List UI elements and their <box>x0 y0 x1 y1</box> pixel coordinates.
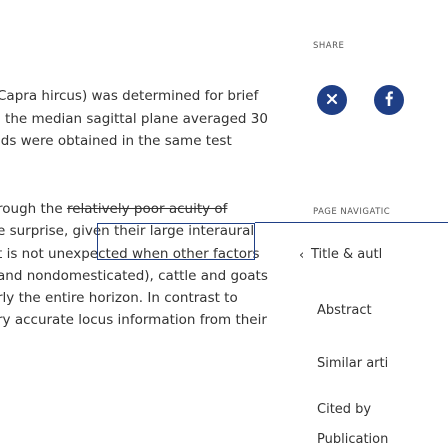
facebook-icon <box>382 90 396 110</box>
nav-item-cited-by[interactable]: Cited by <box>317 402 371 417</box>
nav-item-label: Title & autl <box>311 247 383 262</box>
article-line: rough the relatively poor acuity of <box>0 199 227 219</box>
article-line: lds were obtained in the same test <box>0 133 232 149</box>
email-share-button[interactable] <box>317 85 347 115</box>
article-line: l the median sagittal plane averaged 30 <box>0 111 268 127</box>
article-text: rough the <box>0 201 67 217</box>
struck-text: relatively poor acuity of <box>66 201 228 217</box>
nav-item-title-authors[interactable]: Title & autl <box>311 247 382 262</box>
highlight-box <box>97 223 255 260</box>
nav-item-similar-articles[interactable]: Similar arti <box>317 356 388 371</box>
article-line: and nondomesticated), cattle and goats <box>0 268 268 284</box>
page-navigation-label: PAGE NAVIGATIC <box>313 207 391 217</box>
chevron-left-icon: ‹ <box>299 248 305 263</box>
facebook-share-button[interactable] <box>374 85 404 115</box>
nav-item-publication[interactable]: Publication <box>317 432 388 447</box>
article-line: ry accurate locus information from their <box>0 312 267 328</box>
nav-item-abstract[interactable]: Abstract <box>317 303 372 318</box>
share-label: SHARE <box>313 41 345 51</box>
article-line: Capra hircus) was determined for brief <box>0 88 259 104</box>
article-line: rly the entire horizon. In contrast to <box>0 290 238 306</box>
close-icon <box>325 91 339 110</box>
nav-divider <box>255 222 448 223</box>
